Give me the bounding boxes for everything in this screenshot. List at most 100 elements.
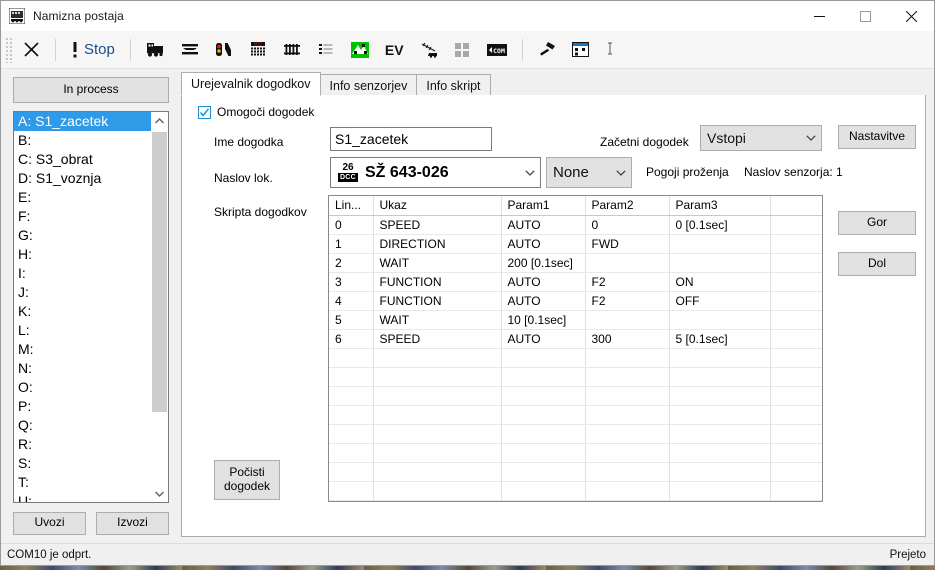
table-cell[interactable] (770, 481, 822, 501)
table-cell[interactable]: SPEED (373, 329, 502, 349)
script-table[interactable]: Lin... Ukaz Param1 Param2 Param3 0 SPEED AUTO 0… (328, 195, 823, 502)
table-cell[interactable]: OFF (669, 291, 771, 311)
table-cell[interactable] (501, 443, 586, 463)
chevron-down-icon-3[interactable] (801, 135, 821, 141)
table-cell[interactable]: FWD (585, 234, 670, 254)
table-row[interactable] (329, 424, 822, 444)
table-cell[interactable] (373, 424, 502, 444)
enable-event-row[interactable]: Omogoči dogodek (198, 105, 314, 119)
table-column-header[interactable]: Lin... (329, 196, 374, 216)
table-cell[interactable]: ON (669, 272, 771, 292)
table-cell[interactable] (770, 253, 822, 273)
table-cell[interactable]: 0 (329, 215, 374, 235)
list-item[interactable]: L: (14, 321, 151, 340)
table-cell[interactable]: WAIT (373, 253, 502, 273)
table-column-header[interactable] (770, 196, 822, 216)
list-item[interactable]: I: (14, 264, 151, 283)
list-item[interactable]: A: S1_zacetek (14, 112, 151, 131)
table-cell[interactable]: 5 [0.1sec] (669, 329, 771, 349)
toolbar-crane-icon[interactable] (412, 35, 446, 65)
table-cell[interactable] (329, 405, 374, 425)
table-row[interactable]: 5 WAIT 10 [0.1sec] (329, 310, 822, 330)
table-column-header[interactable]: Param2 (585, 196, 670, 216)
table-cell[interactable] (585, 386, 670, 406)
toolbar-signal-icon[interactable] (207, 35, 241, 65)
toolbar-tiles-icon[interactable] (446, 35, 479, 65)
list-item[interactable]: N: (14, 359, 151, 378)
table-cell[interactable] (329, 443, 374, 463)
in-process-button[interactable]: In process (13, 77, 169, 103)
chevron-down-icon-2[interactable] (611, 169, 631, 176)
table-cell[interactable] (770, 462, 822, 482)
table-cell[interactable] (770, 234, 822, 254)
table-cell[interactable] (770, 424, 822, 444)
table-cell[interactable]: AUTO (501, 329, 586, 349)
events-list[interactable]: A: S1_zacetek B: C: S3_obrat D: S1_voznja E:… (13, 111, 169, 503)
table-cell[interactable]: 6 (329, 329, 374, 349)
table-cell[interactable] (585, 367, 670, 387)
table-cell[interactable] (585, 310, 670, 330)
scroll-down-icon[interactable] (151, 485, 168, 502)
list-item[interactable]: D: S1_voznja (14, 169, 151, 188)
table-cell[interactable]: AUTO (501, 234, 586, 254)
toolbar-locomotive-icon[interactable] (138, 35, 173, 65)
close-button[interactable] (888, 1, 934, 31)
table-column-header[interactable]: Param1 (501, 196, 586, 216)
table-row[interactable] (329, 462, 822, 482)
table-column-header[interactable]: Ukaz (373, 196, 502, 216)
table-cell[interactable]: AUTO (501, 215, 586, 235)
toolbar-hammer-icon[interactable] (530, 35, 564, 65)
table-cell[interactable]: 5 (329, 310, 374, 330)
list-item[interactable]: R: (14, 435, 151, 454)
table-cell[interactable] (770, 272, 822, 292)
table-row[interactable] (329, 386, 822, 406)
minimize-button[interactable] (796, 1, 842, 31)
table-row[interactable]: 4 FUNCTION AUTO F2 OFF (329, 291, 822, 311)
list-item[interactable]: O: (14, 378, 151, 397)
table-cell[interactable] (770, 310, 822, 330)
table-cell[interactable] (669, 424, 771, 444)
table-cell[interactable]: SPEED (373, 215, 502, 235)
table-cell[interactable]: AUTO (501, 272, 586, 292)
table-cell[interactable] (373, 386, 502, 406)
table-cell[interactable] (373, 348, 502, 368)
table-row[interactable]: 6 SPEED AUTO 300 5 [0.1sec] (329, 329, 822, 349)
table-cell[interactable] (501, 405, 586, 425)
table-cell[interactable] (585, 424, 670, 444)
toolbar-turnout-icon[interactable] (275, 35, 309, 65)
table-cell[interactable]: 0 [0.1sec] (669, 215, 771, 235)
table-row[interactable] (329, 348, 822, 368)
list-item[interactable]: C: S3_obrat (14, 150, 151, 169)
list-item[interactable]: U: (14, 492, 151, 502)
table-cell[interactable] (585, 462, 670, 482)
table-cell[interactable] (373, 462, 502, 482)
toolbar-list-icon[interactable] (309, 35, 343, 65)
tab-script-info[interactable]: Info skript (416, 74, 491, 96)
toolbar-close-icon[interactable] (15, 35, 48, 65)
maximize-button[interactable] (842, 1, 888, 31)
list-item[interactable]: H: (14, 245, 151, 264)
table-cell[interactable] (329, 386, 374, 406)
table-cell[interactable]: AUTO (501, 291, 586, 311)
table-cell[interactable] (669, 348, 771, 368)
table-cell[interactable] (669, 443, 771, 463)
toolbar-stop-button[interactable]: Stop (63, 35, 123, 65)
table-cell[interactable] (373, 481, 502, 501)
toolbar-com-icon[interactable]: COM (479, 35, 515, 65)
table-cell[interactable] (373, 443, 502, 463)
table-cell[interactable]: 200 [0.1sec] (501, 253, 586, 273)
table-cell[interactable] (770, 405, 822, 425)
table-cell[interactable]: 3 (329, 272, 374, 292)
table-cell[interactable] (770, 215, 822, 235)
toolbar-tracks-icon[interactable] (173, 35, 207, 65)
table-cell[interactable]: 10 [0.1sec] (501, 310, 586, 330)
toolbar-info-icon[interactable] (597, 35, 623, 65)
chevron-down-icon[interactable] (520, 169, 540, 176)
table-cell[interactable] (501, 481, 586, 501)
events-list-scrollbar[interactable] (151, 112, 168, 502)
table-cell[interactable] (770, 367, 822, 387)
table-cell[interactable] (770, 329, 822, 349)
table-cell[interactable] (770, 348, 822, 368)
scrollbar-track[interactable] (151, 129, 168, 485)
table-cell[interactable]: F2 (585, 291, 670, 311)
